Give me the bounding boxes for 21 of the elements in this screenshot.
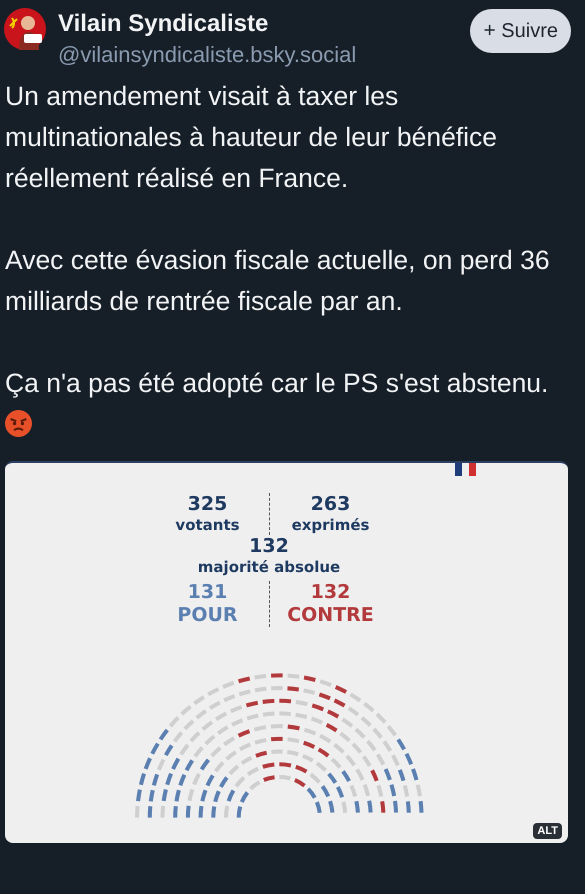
post-text: Avec cette évasion fiscale actuelle, on perd 36 milliards de rentrée fiscale par an. — [5, 244, 551, 318]
result-label: CONTRE — [287, 603, 374, 627]
majority-value: 132 — [249, 535, 289, 557]
result-value: 132 — [310, 581, 350, 603]
avatar-icon[interactable] — [4, 8, 46, 50]
follow-button[interactable]: + Suivre — [470, 9, 571, 53]
majority-label: majorité absolue — [198, 557, 340, 577]
angry-emoji-icon — [5, 410, 32, 437]
post-text: Ça n'a pas été adopté car le PS s'est abstenu. — [5, 363, 577, 445]
infographic-card[interactable]: 325 votants 263 exprimés 132 majorité absolue 131 POUR 132 CONTRE ALT — [5, 461, 568, 843]
author-handle[interactable]: @vilainsyndicaliste.bsky.social — [58, 40, 458, 70]
stat-value: 263 — [310, 493, 350, 515]
stat-label: exprimés — [292, 515, 370, 535]
alt-badge[interactable]: ALT — [533, 823, 562, 839]
result-value: 131 — [188, 581, 228, 603]
result-label: POUR — [177, 603, 238, 627]
stat-label: votants — [175, 515, 240, 535]
flag-icon — [455, 463, 476, 476]
post-text: Un amendement visait à taxer les multinationales à hauteur de leur bénéfice réellement réalisé en France. — [5, 80, 498, 195]
author-name[interactable]: Vilain Syndicaliste — [58, 8, 458, 40]
stat-value: 325 — [188, 493, 228, 515]
